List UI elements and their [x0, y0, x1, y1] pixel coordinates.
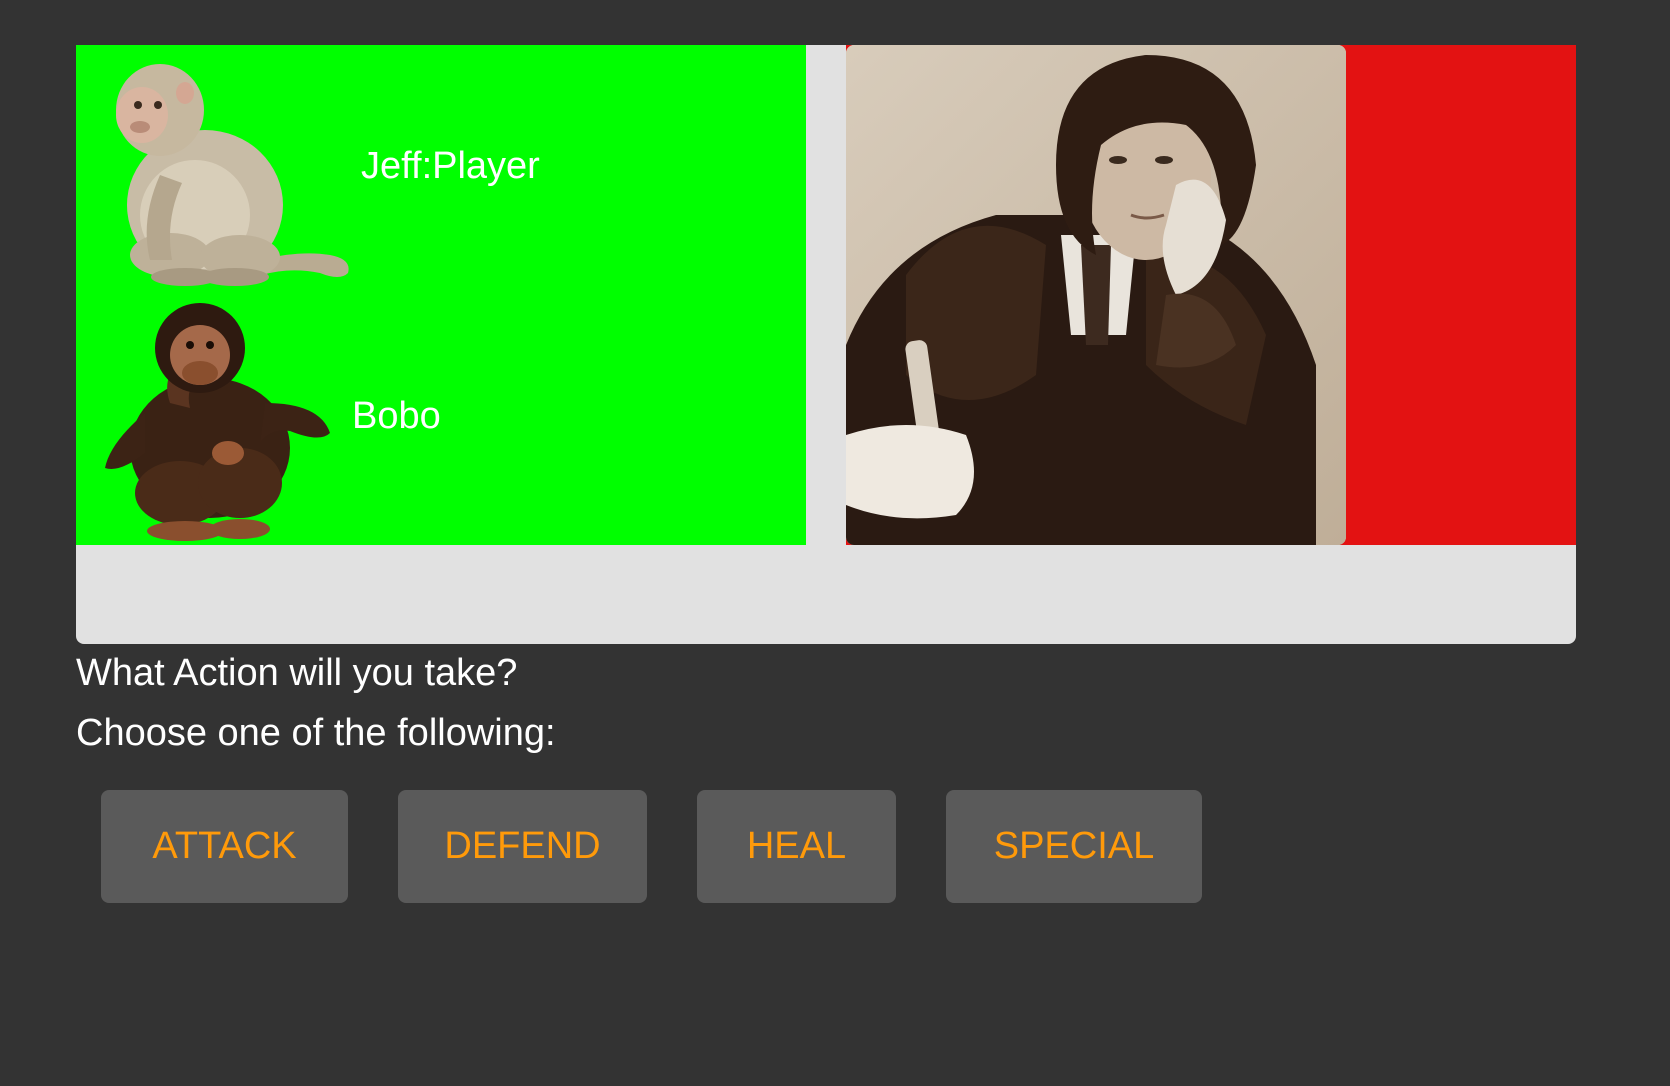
attack-button[interactable]: ATTACK — [101, 790, 348, 903]
enemy-portrait — [846, 45, 1346, 545]
heal-button[interactable]: HEAL — [697, 790, 896, 903]
battle-frame: Jeff:Player Bobo — [76, 45, 1576, 644]
creature-name-label: Bobo — [352, 395, 441, 437]
choose-instruction: Choose one of the following: — [76, 712, 556, 754]
player-team-panel: Jeff:Player Bobo — [76, 45, 806, 545]
victorian-man-portrait — [846, 45, 1346, 545]
enemy-panel — [846, 45, 1576, 545]
defend-button[interactable]: DEFEND — [398, 790, 647, 903]
macaque-icon — [116, 64, 349, 286]
chimpanzee-icon — [105, 303, 330, 541]
action-prompt: What Action will you take? — [76, 652, 518, 694]
special-button[interactable]: SPECIAL — [946, 790, 1202, 903]
creature-name-label: Jeff:Player — [361, 145, 540, 187]
